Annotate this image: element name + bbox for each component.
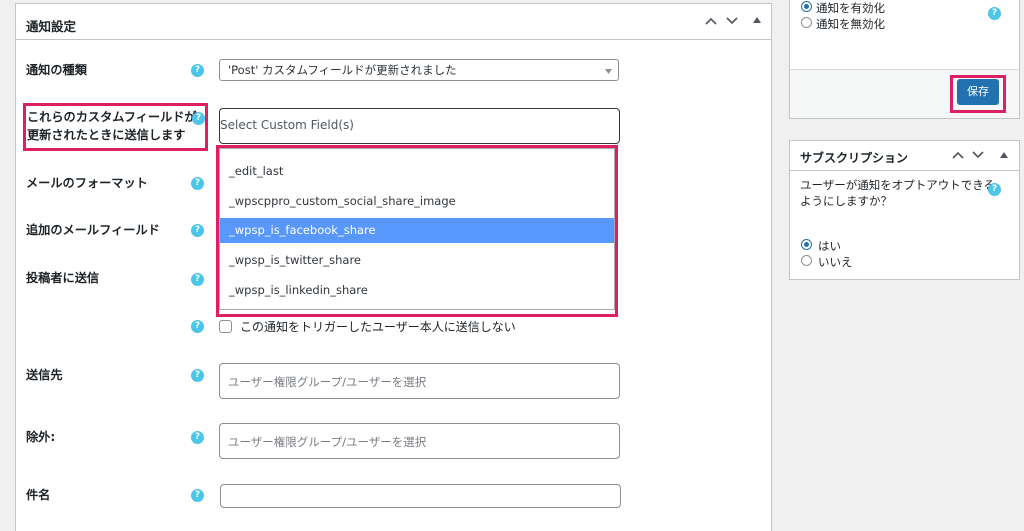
chevron-down-icon[interactable] xyxy=(969,151,987,159)
custom-fields-select[interactable]: Select Custom Field(s) xyxy=(219,108,620,144)
chevron-up-icon[interactable] xyxy=(949,151,967,159)
custom-fields-label-line1: これらのカスタムフィールドが xyxy=(27,110,197,124)
email-format-label: メールのフォーマット xyxy=(26,176,148,190)
panel-title: 通知設定 xyxy=(26,19,77,34)
triangle-up-icon[interactable] xyxy=(995,152,1013,158)
no-trigger-user-label: この通知をトリガーしたユーザー本人に送信しない xyxy=(240,320,516,334)
help-icon[interactable]: ? xyxy=(191,224,204,237)
radio-disable-notification[interactable] xyxy=(801,17,812,28)
triangle-up-icon[interactable] xyxy=(748,17,766,23)
radio-yes-label: はい xyxy=(818,239,841,253)
chevron-down-icon[interactable] xyxy=(723,17,741,25)
extra-email-fields-label: 追加のメールフィールド xyxy=(26,223,160,237)
help-icon[interactable]: ? xyxy=(191,273,204,286)
subscription-question-line1: ユーザーが通知をオプトアウトできる xyxy=(800,178,996,192)
recipients-input[interactable]: ユーザー権限グループ/ユーザーを選択 xyxy=(219,363,620,399)
notification-type-value: 'Post' カスタムフィールドが更新されました xyxy=(228,63,457,77)
subject-input[interactable] xyxy=(220,484,621,508)
help-icon[interactable]: ? xyxy=(191,489,204,502)
help-icon[interactable]: ? xyxy=(988,7,1001,20)
subject-label: 件名 xyxy=(26,488,51,502)
help-icon[interactable]: ? xyxy=(191,431,204,444)
radio-no-label: いいえ xyxy=(818,255,853,269)
chevron-up-icon[interactable] xyxy=(702,17,720,25)
recipients-placeholder: ユーザー権限グループ/ユーザーを選択 xyxy=(228,375,427,389)
dropdown-highlight xyxy=(216,145,618,317)
help-icon[interactable]: ? xyxy=(191,320,204,333)
radio-enable-label: 通知を有効化 xyxy=(816,1,885,15)
panel-header: 通知設定 xyxy=(16,4,771,40)
notification-type-select[interactable]: 'Post' カスタムフィールドが更新されました xyxy=(219,59,619,81)
notification-type-label: 通知の種類 xyxy=(26,63,87,77)
subscription-header: サブスクリプション xyxy=(790,141,1019,171)
recipients-label: 送信先 xyxy=(26,368,63,382)
radio-subscription-yes[interactable] xyxy=(801,239,812,250)
help-icon[interactable]: ? xyxy=(192,112,205,125)
help-icon[interactable]: ? xyxy=(988,183,1001,196)
radio-disable-label: 通知を無効化 xyxy=(816,17,885,31)
subscription-title: サブスクリプション xyxy=(800,151,909,165)
subscription-question-line2: ようにしますか？ xyxy=(800,194,892,208)
help-icon[interactable]: ? xyxy=(191,177,204,190)
custom-fields-label-line2: 更新されたときに送信します xyxy=(27,128,186,142)
help-icon[interactable]: ? xyxy=(191,369,204,382)
exclude-placeholder: ユーザー権限グループ/ユーザーを選択 xyxy=(228,435,427,449)
triangle-down-icon xyxy=(605,60,612,80)
save-button[interactable]: 保存 xyxy=(957,79,999,105)
radio-subscription-no[interactable] xyxy=(801,255,812,266)
custom-fields-placeholder: Select Custom Field(s) xyxy=(220,118,354,132)
exclude-label: 除外: xyxy=(26,430,56,444)
radio-enable-notification[interactable] xyxy=(801,1,812,12)
exclude-input[interactable]: ユーザー権限グループ/ユーザーを選択 xyxy=(219,423,620,459)
send-to-author-label: 投稿者に送信 xyxy=(26,271,100,285)
help-icon[interactable]: ? xyxy=(191,64,204,77)
no-trigger-user-checkbox[interactable] xyxy=(219,320,232,333)
